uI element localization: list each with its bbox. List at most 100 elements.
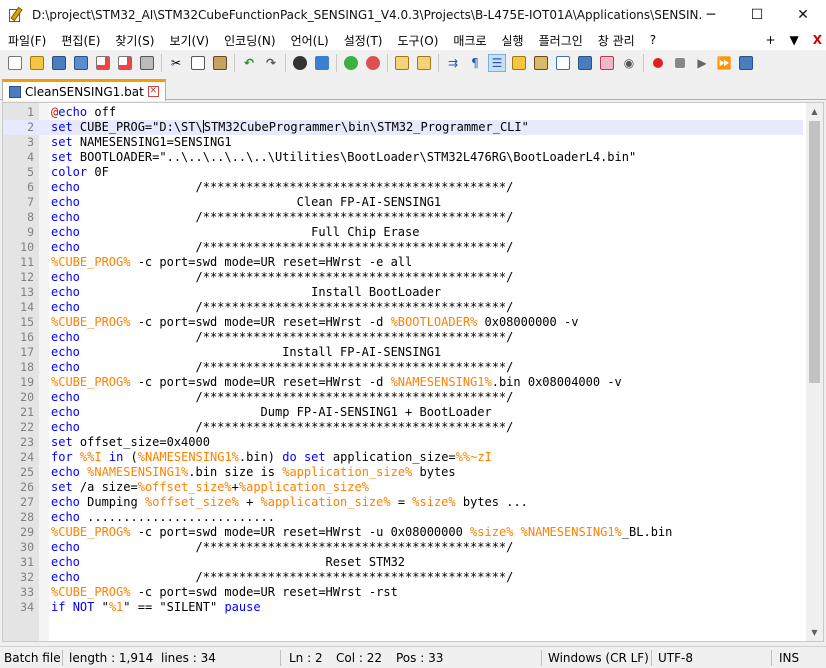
- code-line[interactable]: 20 echo /********************************…: [3, 390, 803, 405]
- code-line[interactable]: 2 set CUBE_PROG="D:\ST\STM32CubeProgramme…: [3, 120, 803, 135]
- code-line[interactable]: 31 echo Reset STM32: [3, 555, 803, 570]
- code-line-text[interactable]: echo /**********************************…: [51, 210, 513, 225]
- code-line-text[interactable]: %CUBE_PROG% -c port=swd mode=UR reset=HW…: [51, 585, 398, 600]
- function-list-icon[interactable]: [554, 54, 572, 72]
- code-line[interactable]: 3 set NAMESENSING1=SENSING1: [3, 135, 803, 150]
- find-icon[interactable]: [291, 54, 309, 72]
- redo-icon[interactable]: ↷: [262, 54, 280, 72]
- user-lang-icon[interactable]: [510, 54, 528, 72]
- maximize-button[interactable]: ☐: [734, 0, 780, 30]
- code-line-text[interactable]: echo Reset STM32: [51, 555, 405, 570]
- code-line-text[interactable]: echo %NAMESENSING1%.bin size is %applica…: [51, 465, 456, 480]
- code-line-text[interactable]: set BOOTLOADER="..\..\..\..\..\Utilities…: [51, 150, 636, 165]
- code-line-text[interactable]: %CUBE_PROG% -c port=swd mode=UR reset=HW…: [51, 525, 672, 540]
- tab-close-icon[interactable]: ✕: [147, 86, 159, 97]
- code-line[interactable]: 4 set BOOTLOADER="..\..\..\..\..\Utilitie…: [3, 150, 803, 165]
- close-icon[interactable]: [94, 54, 112, 72]
- code-line-text[interactable]: set NAMESENSING1=SENSING1: [51, 135, 232, 150]
- tab-list-button[interactable]: ▼: [790, 33, 799, 47]
- code-line[interactable]: 24 for %%I in (%NAMESENSING1%.bin) do set…: [3, 450, 803, 465]
- menu-plugins[interactable]: 플러그인: [531, 32, 590, 49]
- sync-horizontal-icon[interactable]: [415, 54, 433, 72]
- menu-window[interactable]: 창 관리: [590, 32, 642, 49]
- code-line[interactable]: 18 echo /********************************…: [3, 360, 803, 375]
- scrollbar-thumb[interactable]: [809, 121, 820, 383]
- code-line-text[interactable]: %CUBE_PROG% -c port=swd mode=UR reset=HW…: [51, 375, 622, 390]
- code-line[interactable]: 22 echo /********************************…: [3, 420, 803, 435]
- code-line-text[interactable]: echo /**********************************…: [51, 390, 513, 405]
- code-line[interactable]: 7 echo Clean FP-AI-SENSING1: [3, 195, 803, 210]
- menu-language[interactable]: 언어(L): [283, 32, 336, 49]
- code-line-text[interactable]: if NOT "%1" == "SILENT" pause: [51, 600, 261, 615]
- code-line[interactable]: 10 echo /********************************…: [3, 240, 803, 255]
- indent-guide-icon[interactable]: ☰: [488, 54, 506, 72]
- replace-icon[interactable]: [313, 54, 331, 72]
- open-file-icon[interactable]: [28, 54, 46, 72]
- code-line-text[interactable]: %CUBE_PROG% -c port=swd mode=UR reset=HW…: [51, 255, 412, 270]
- code-line[interactable]: 16 echo /********************************…: [3, 330, 803, 345]
- code-line-text[interactable]: echo Install FP-AI-SENSING1: [51, 345, 441, 360]
- status-insert-mode[interactable]: INS: [779, 650, 799, 666]
- code-line-text[interactable]: echo /**********************************…: [51, 240, 513, 255]
- sync-vertical-icon[interactable]: [393, 54, 411, 72]
- code-line[interactable]: 5 color 0F: [3, 165, 803, 180]
- menu-encoding[interactable]: 인코딩(N): [216, 32, 282, 49]
- menu-settings[interactable]: 설정(T): [336, 32, 390, 49]
- code-line-text[interactable]: set CUBE_PROG="D:\ST\STM32CubeProgrammer…: [51, 120, 529, 135]
- code-line[interactable]: 12 echo /********************************…: [3, 270, 803, 285]
- code-line-text[interactable]: @echo off: [51, 105, 116, 120]
- code-line[interactable]: 17 echo Install FP-AI-SENSING1: [3, 345, 803, 360]
- scroll-down-icon[interactable]: ▼: [806, 624, 823, 641]
- code-line-text[interactable]: for %%I in (%NAMESENSING1%.bin) do set a…: [51, 450, 492, 465]
- new-tab-button[interactable]: +: [765, 33, 775, 47]
- code-line[interactable]: 15 %CUBE_PROG% -c port=swd mode=UR reset=…: [3, 315, 803, 330]
- code-line-text[interactable]: echo Dumping %offset_size% + %applicatio…: [51, 495, 528, 510]
- code-line[interactable]: 29 %CUBE_PROG% -c port=swd mode=UR reset=…: [3, 525, 803, 540]
- code-line[interactable]: 19 %CUBE_PROG% -c port=swd mode=UR reset=…: [3, 375, 803, 390]
- vertical-scrollbar[interactable]: ▲ ▼: [806, 103, 823, 641]
- code-line-text[interactable]: %CUBE_PROG% -c port=swd mode=UR reset=HW…: [51, 315, 578, 330]
- close-all-icon[interactable]: [116, 54, 134, 72]
- code-line-text[interactable]: echo Install BootLoader: [51, 285, 441, 300]
- code-line[interactable]: 33 %CUBE_PROG% -c port=swd mode=UR reset=…: [3, 585, 803, 600]
- code-line[interactable]: 13 echo Install BootLoader: [3, 285, 803, 300]
- eye-icon[interactable]: ◉: [620, 54, 638, 72]
- code-line[interactable]: 1 @echo off: [3, 105, 803, 120]
- code-line-text[interactable]: echo /**********************************…: [51, 330, 513, 345]
- doc-map-icon[interactable]: [532, 54, 550, 72]
- code-line[interactable]: 6 echo /*********************************…: [3, 180, 803, 195]
- menu-tools[interactable]: 도구(O): [390, 32, 446, 49]
- code-line-text[interactable]: echo /**********************************…: [51, 360, 513, 375]
- menu-file[interactable]: 파일(F): [0, 32, 53, 49]
- scroll-up-icon[interactable]: ▲: [806, 103, 823, 120]
- status-encoding[interactable]: UTF-8: [658, 650, 693, 666]
- code-line-text[interactable]: set offset_size=0x4000: [51, 435, 210, 450]
- menu-macro[interactable]: 매크로: [445, 32, 493, 49]
- zoom-out-icon[interactable]: [364, 54, 382, 72]
- tab-cleansensing1-bat[interactable]: CleanSENSING1.bat ✕: [2, 79, 166, 101]
- monitoring-icon[interactable]: [598, 54, 616, 72]
- code-line-text[interactable]: echo /**********************************…: [51, 300, 513, 315]
- save-macro-icon[interactable]: [737, 54, 755, 72]
- run-macro-multiple-icon[interactable]: ⏩: [715, 54, 733, 72]
- code-line[interactable]: 30 echo /********************************…: [3, 540, 803, 555]
- record-macro-icon[interactable]: [649, 54, 667, 72]
- code-line[interactable]: 11 %CUBE_PROG% -c port=swd mode=UR reset=…: [3, 255, 803, 270]
- code-lines[interactable]: 1 @echo off 2 set CUBE_PROG="D:\ST\STM32Cub…: [3, 105, 803, 615]
- print-icon[interactable]: [138, 54, 156, 72]
- undo-icon[interactable]: ↶: [240, 54, 258, 72]
- code-line[interactable]: 8 echo /*********************************…: [3, 210, 803, 225]
- code-line-text[interactable]: echo /**********************************…: [51, 540, 513, 555]
- menu-edit[interactable]: 편집(E): [53, 32, 107, 49]
- code-line-text[interactable]: echo Dump FP-AI-SENSING1 + BootLoader: [51, 405, 492, 420]
- menu-help[interactable]: ?: [642, 33, 663, 47]
- code-line[interactable]: 25 echo %NAMESENSING1%.bin size is %appli…: [3, 465, 803, 480]
- cut-icon[interactable]: ✂: [167, 54, 185, 72]
- code-editor[interactable]: 1 @echo off 2 set CUBE_PROG="D:\ST\STM32Cub…: [2, 102, 824, 642]
- code-line[interactable]: 32 echo /********************************…: [3, 570, 803, 585]
- folder-workspace-icon[interactable]: [576, 54, 594, 72]
- zoom-in-icon[interactable]: [342, 54, 360, 72]
- code-line[interactable]: 21 echo Dump FP-AI-SENSING1 + BootLoader: [3, 405, 803, 420]
- code-line-text[interactable]: echo ..........................: [51, 510, 275, 525]
- save-all-icon[interactable]: [72, 54, 90, 72]
